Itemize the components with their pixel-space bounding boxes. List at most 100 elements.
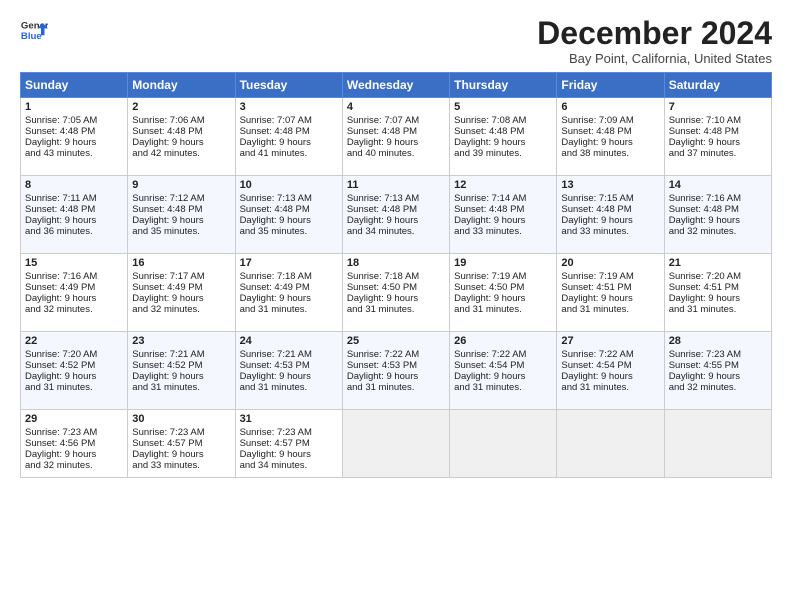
- cell-info-line: Daylight: 9 hours: [132, 137, 230, 148]
- cell-info-line: Sunrise: 7:13 AM: [240, 193, 338, 204]
- cell-info-line: Sunrise: 7:21 AM: [132, 349, 230, 360]
- day-header-monday: Monday: [128, 73, 235, 98]
- day-number: 6: [561, 101, 659, 113]
- day-number: 1: [25, 101, 123, 113]
- cell-info-line: Daylight: 9 hours: [240, 215, 338, 226]
- day-number: 23: [132, 335, 230, 347]
- cell-info-line: and 31 minutes.: [561, 304, 659, 315]
- calendar-cell: [557, 410, 664, 478]
- cell-info-line: and 32 minutes.: [669, 226, 767, 237]
- calendar-cell: 16Sunrise: 7:17 AMSunset: 4:49 PMDayligh…: [128, 254, 235, 332]
- calendar-cell: [342, 410, 449, 478]
- cell-info-line: Sunset: 4:48 PM: [132, 204, 230, 215]
- cell-info-line: Sunset: 4:48 PM: [454, 204, 552, 215]
- cell-info-line: Daylight: 9 hours: [25, 293, 123, 304]
- cell-info-line: and 31 minutes.: [132, 382, 230, 393]
- calendar-cell: 28Sunrise: 7:23 AMSunset: 4:55 PMDayligh…: [664, 332, 771, 410]
- cell-info-line: Daylight: 9 hours: [454, 371, 552, 382]
- day-number: 25: [347, 335, 445, 347]
- day-number: 2: [132, 101, 230, 113]
- calendar-cell: 1Sunrise: 7:05 AMSunset: 4:48 PMDaylight…: [21, 98, 128, 176]
- cell-info-line: Sunset: 4:49 PM: [132, 282, 230, 293]
- day-header-sunday: Sunday: [21, 73, 128, 98]
- cell-info-line: Sunset: 4:48 PM: [132, 126, 230, 137]
- calendar-cell: 5Sunrise: 7:08 AMSunset: 4:48 PMDaylight…: [450, 98, 557, 176]
- cell-info-line: and 31 minutes.: [240, 382, 338, 393]
- calendar-cell: 3Sunrise: 7:07 AMSunset: 4:48 PMDaylight…: [235, 98, 342, 176]
- cell-info-line: Sunset: 4:48 PM: [25, 126, 123, 137]
- cell-info-line: Daylight: 9 hours: [240, 137, 338, 148]
- cell-info-line: Sunrise: 7:08 AM: [454, 115, 552, 126]
- cell-info-line: Sunrise: 7:23 AM: [240, 427, 338, 438]
- day-number: 9: [132, 179, 230, 191]
- cell-info-line: and 33 minutes.: [454, 226, 552, 237]
- cell-info-line: Daylight: 9 hours: [669, 293, 767, 304]
- cell-info-line: Sunset: 4:51 PM: [669, 282, 767, 293]
- cell-info-line: and 43 minutes.: [25, 148, 123, 159]
- cell-info-line: Sunrise: 7:19 AM: [561, 271, 659, 282]
- day-number: 15: [25, 257, 123, 269]
- cell-info-line: Daylight: 9 hours: [454, 293, 552, 304]
- cell-info-line: and 31 minutes.: [669, 304, 767, 315]
- calendar-cell: 31Sunrise: 7:23 AMSunset: 4:57 PMDayligh…: [235, 410, 342, 478]
- day-number: 14: [669, 179, 767, 191]
- cell-info-line: Sunset: 4:48 PM: [25, 204, 123, 215]
- cell-info-line: Sunset: 4:52 PM: [25, 360, 123, 371]
- cell-info-line: Sunrise: 7:17 AM: [132, 271, 230, 282]
- cell-info-line: and 41 minutes.: [240, 148, 338, 159]
- calendar-header: SundayMondayTuesdayWednesdayThursdayFrid…: [21, 73, 772, 98]
- cell-info-line: Sunrise: 7:07 AM: [347, 115, 445, 126]
- cell-info-line: Sunrise: 7:05 AM: [25, 115, 123, 126]
- cell-info-line: Daylight: 9 hours: [25, 449, 123, 460]
- cell-info-line: Sunset: 4:48 PM: [561, 204, 659, 215]
- cell-info-line: Daylight: 9 hours: [561, 215, 659, 226]
- calendar-cell: 21Sunrise: 7:20 AMSunset: 4:51 PMDayligh…: [664, 254, 771, 332]
- calendar-cell: 14Sunrise: 7:16 AMSunset: 4:48 PMDayligh…: [664, 176, 771, 254]
- cell-info-line: Daylight: 9 hours: [669, 215, 767, 226]
- cell-info-line: Sunrise: 7:22 AM: [561, 349, 659, 360]
- day-number: 22: [25, 335, 123, 347]
- cell-info-line: and 32 minutes.: [669, 382, 767, 393]
- cell-info-line: Daylight: 9 hours: [347, 137, 445, 148]
- cell-info-line: and 34 minutes.: [240, 460, 338, 471]
- cell-info-line: and 35 minutes.: [132, 226, 230, 237]
- cell-info-line: and 40 minutes.: [347, 148, 445, 159]
- page-container: General Blue December 2024 Bay Point, Ca…: [0, 0, 792, 488]
- cell-info-line: Daylight: 9 hours: [347, 215, 445, 226]
- cell-info-line: Sunrise: 7:14 AM: [454, 193, 552, 204]
- day-header-tuesday: Tuesday: [235, 73, 342, 98]
- calendar-cell: 6Sunrise: 7:09 AMSunset: 4:48 PMDaylight…: [557, 98, 664, 176]
- cell-info-line: and 33 minutes.: [561, 226, 659, 237]
- cell-info-line: Sunrise: 7:22 AM: [347, 349, 445, 360]
- calendar-cell: 23Sunrise: 7:21 AMSunset: 4:52 PMDayligh…: [128, 332, 235, 410]
- calendar-cell: 13Sunrise: 7:15 AMSunset: 4:48 PMDayligh…: [557, 176, 664, 254]
- cell-info-line: Sunset: 4:56 PM: [25, 438, 123, 449]
- calendar-cell: 10Sunrise: 7:13 AMSunset: 4:48 PMDayligh…: [235, 176, 342, 254]
- location-subtitle: Bay Point, California, United States: [537, 51, 772, 66]
- calendar-cell: 24Sunrise: 7:21 AMSunset: 4:53 PMDayligh…: [235, 332, 342, 410]
- logo-icon: General Blue: [20, 16, 48, 44]
- cell-info-line: Sunset: 4:54 PM: [561, 360, 659, 371]
- cell-info-line: Sunrise: 7:12 AM: [132, 193, 230, 204]
- cell-info-line: Sunrise: 7:21 AM: [240, 349, 338, 360]
- cell-info-line: Sunrise: 7:11 AM: [25, 193, 123, 204]
- day-number: 3: [240, 101, 338, 113]
- calendar-cell: 15Sunrise: 7:16 AMSunset: 4:49 PMDayligh…: [21, 254, 128, 332]
- cell-info-line: Sunset: 4:50 PM: [454, 282, 552, 293]
- calendar-cell: 7Sunrise: 7:10 AMSunset: 4:48 PMDaylight…: [664, 98, 771, 176]
- cell-info-line: Sunset: 4:53 PM: [240, 360, 338, 371]
- cell-info-line: and 32 minutes.: [25, 460, 123, 471]
- cell-info-line: Sunrise: 7:18 AM: [347, 271, 445, 282]
- cell-info-line: Sunset: 4:53 PM: [347, 360, 445, 371]
- cell-info-line: Sunrise: 7:18 AM: [240, 271, 338, 282]
- cell-info-line: Sunset: 4:48 PM: [669, 126, 767, 137]
- cell-info-line: Sunrise: 7:23 AM: [25, 427, 123, 438]
- cell-info-line: Sunrise: 7:19 AM: [454, 271, 552, 282]
- cell-info-line: and 33 minutes.: [132, 460, 230, 471]
- cell-info-line: Sunset: 4:49 PM: [240, 282, 338, 293]
- calendar-cell: 26Sunrise: 7:22 AMSunset: 4:54 PMDayligh…: [450, 332, 557, 410]
- cell-info-line: Sunrise: 7:23 AM: [669, 349, 767, 360]
- cell-info-line: and 34 minutes.: [347, 226, 445, 237]
- day-number: 12: [454, 179, 552, 191]
- day-number: 19: [454, 257, 552, 269]
